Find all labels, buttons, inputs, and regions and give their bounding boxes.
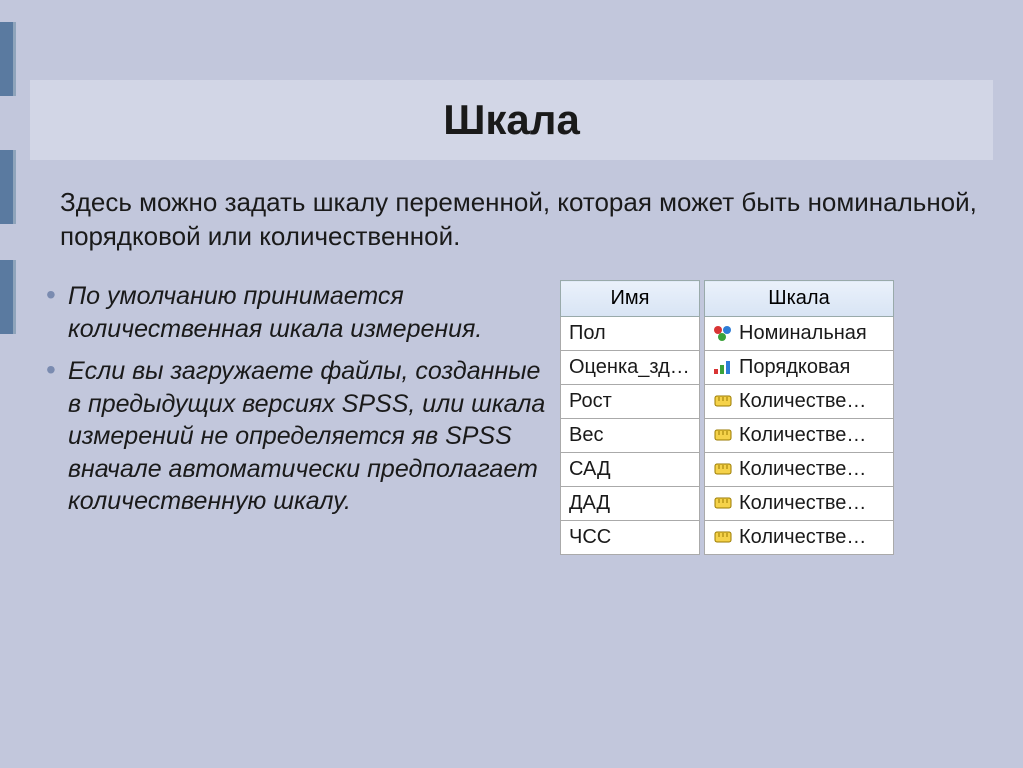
scale-label: Количестве… xyxy=(739,390,866,412)
slide-title: Шкала xyxy=(443,96,580,144)
table-cell: Номинальная xyxy=(705,317,894,351)
scale-icon xyxy=(713,460,733,476)
scale-label: Количестве… xyxy=(739,526,866,548)
name-table: Имя Пол Оценка_зд… Рост Вес САД ДАД ЧСС xyxy=(560,280,700,555)
scale-label: Номинальная xyxy=(739,322,867,344)
table-header: Шкала xyxy=(705,281,894,317)
bullet-item: По умолчанию принимается количественная … xyxy=(40,280,556,345)
accent-bar xyxy=(0,150,16,224)
scale-icon xyxy=(713,392,733,408)
ordinal-icon xyxy=(713,358,733,374)
accent-bar xyxy=(0,22,16,96)
table-cell: Рост xyxy=(561,385,700,419)
table-cell: Порядковая xyxy=(705,351,894,385)
table-cell: Количестве… xyxy=(705,487,894,521)
description-text: Здесь можно задать шкалу переменной, кот… xyxy=(60,186,983,254)
table-cell: ДАД xyxy=(561,487,700,521)
table-cell: Количестве… xyxy=(705,453,894,487)
nominal-icon xyxy=(713,324,733,340)
scale-label: Количестве… xyxy=(739,458,866,480)
table-cell: Количестве… xyxy=(705,419,894,453)
scale-label: Порядковая xyxy=(739,356,850,378)
table-header: Имя xyxy=(561,281,700,317)
bullet-item: Если вы загружаете файлы, созданные в пр… xyxy=(40,355,556,518)
content-row: По умолчанию принимается количественная … xyxy=(40,280,993,555)
table-cell: Количестве… xyxy=(705,385,894,419)
side-accent-bars xyxy=(0,0,22,768)
scale-table: Шкала Номинальная Порядковая Количестве… xyxy=(704,280,894,555)
scale-icon xyxy=(713,528,733,544)
scale-icon xyxy=(713,426,733,442)
title-block: Шкала xyxy=(30,80,993,160)
table-cell: Оценка_зд… xyxy=(561,351,700,385)
tables-group: Имя Пол Оценка_зд… Рост Вес САД ДАД ЧСС … xyxy=(560,280,894,555)
accent-bar xyxy=(0,260,16,334)
scale-icon xyxy=(713,494,733,510)
table-cell: Количестве… xyxy=(705,521,894,555)
bullet-list: По умолчанию принимается количественная … xyxy=(40,280,560,528)
table-cell: ЧСС xyxy=(561,521,700,555)
scale-label: Количестве… xyxy=(739,424,866,446)
table-cell: Пол xyxy=(561,317,700,351)
table-cell: Вес xyxy=(561,419,700,453)
table-cell: САД xyxy=(561,453,700,487)
scale-label: Количестве… xyxy=(739,492,866,514)
